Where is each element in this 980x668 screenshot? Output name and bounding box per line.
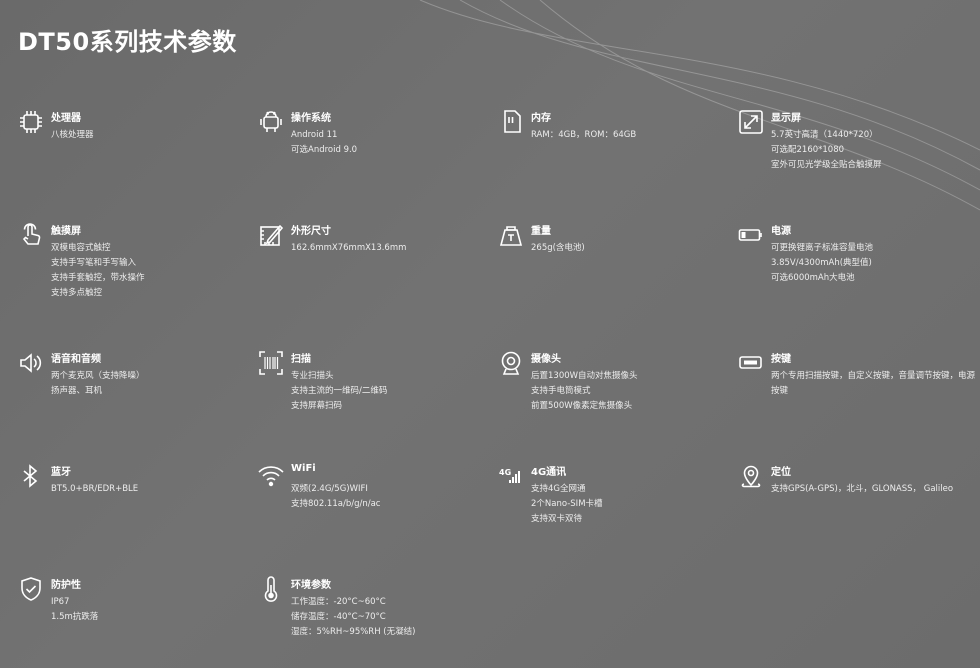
spec-name: 重量 [531, 226, 551, 237]
spec-line: 支持4G全网通 [531, 484, 586, 494]
spec-grid: 处理器 八核处理器 操作系统 Android 11 可选Android 9.0 … [0, 0, 980, 668]
spec-line: RAM：4GB，ROM：64GB [531, 130, 637, 140]
spec-line: Android 11 [291, 130, 338, 140]
spec-line: 可选Android 9.0 [291, 145, 358, 155]
spec-line: 可选配2160*1080 [771, 145, 845, 155]
spec-line: 265g(含电池) [531, 243, 585, 253]
spec-line: 3.85V/4300mAh(典型值) [771, 258, 872, 268]
spec-line: 两个专用扫描按键，自定义按键，音量调节按键，电源按键 [771, 371, 976, 396]
4g-signal-icon: 4G [498, 463, 524, 489]
android-icon [258, 109, 284, 135]
spec-name: 电源 [771, 226, 791, 237]
spec-name: 定位 [771, 467, 791, 478]
spec-name: 4G通讯 [531, 467, 567, 478]
spec-line: BT5.0+BR/EDR+BLE [51, 484, 139, 494]
4g-icon-label: 4G [499, 468, 511, 477]
wifi-icon [258, 463, 284, 489]
spec-line: 室外可见光学级全贴合触摸屏 [771, 160, 882, 170]
weight-icon [498, 222, 524, 248]
spec-line: 2个Nano-SIM卡槽 [531, 499, 603, 509]
spec-line: 支持手电筒模式 [531, 386, 591, 396]
spec-line: 前置500W像素定焦摄像头 [531, 401, 633, 411]
ruler-icon [258, 222, 284, 248]
spec-name: 外形尺寸 [291, 226, 331, 237]
spec-line: 双频(2.4G/5G)WIFI [291, 484, 368, 494]
spec-line: 专业扫描头 [291, 371, 334, 381]
spec-line: 工作温度：-20°C~60°C [291, 597, 386, 607]
bluetooth-icon [18, 463, 44, 489]
sd-card-icon [498, 109, 524, 135]
spec-name: 扫描 [291, 354, 311, 365]
spec-line: 可更换锂离子标准容量电池 [771, 243, 874, 253]
spec-name: 内存 [531, 113, 551, 124]
spec-name: 防护性 [51, 580, 81, 591]
spec-name: 环境参数 [291, 580, 331, 591]
spec-line: 1.5m抗跌落 [51, 612, 99, 622]
cpu-icon [18, 109, 44, 135]
spec-line: 支持手套触控，带水操作 [51, 273, 145, 283]
spec-line: 支持主流的一维码/二维码 [291, 386, 388, 396]
spec-line: 5.7英寸高清（1440*720） [771, 130, 878, 140]
spec-line: 支持双卡双待 [531, 514, 583, 524]
spec-name: 按键 [771, 354, 791, 365]
spec-name: 摄像头 [531, 354, 561, 365]
spec-line: 支持802.11a/b/g/n/ac [291, 499, 381, 509]
key-icon [738, 350, 764, 376]
spec-line: 后置1300W自动对焦摄像头 [531, 371, 638, 381]
spec-line: 支持GPS(A-GPS)，北斗，GLONASS， Galileo [771, 484, 954, 494]
spec-line: 八核处理器 [51, 130, 94, 140]
spec-line: 储存温度：-40°C~70°C [291, 612, 386, 622]
spec-name: 显示屏 [771, 113, 801, 124]
spec-line: 扬声器、耳机 [51, 386, 103, 396]
spec-name: 处理器 [51, 113, 81, 124]
spec-line: 支持多点触控 [51, 288, 103, 298]
camera-icon [498, 350, 524, 376]
spec-name: 蓝牙 [51, 467, 71, 478]
battery-icon [738, 222, 764, 248]
spec-line: IP67 [51, 597, 70, 607]
expand-icon [738, 109, 764, 135]
spec-line: 双模电容式触控 [51, 243, 111, 253]
barcode-icon [258, 350, 284, 376]
spec-name: 触摸屏 [51, 226, 81, 237]
spec-name: 语音和音频 [51, 354, 101, 365]
spec-line: 支持手写笔和手写输入 [51, 258, 137, 268]
spec-line: 支持屏幕扫码 [291, 401, 343, 411]
spec-name: 操作系统 [291, 113, 331, 124]
spec-name: WiFi [291, 463, 316, 474]
spec-line: 两个麦克风（支持降噪） [51, 371, 145, 381]
spec-line: 湿度：5%RH~95%RH (无凝结) [291, 627, 416, 637]
location-pin-icon [738, 463, 764, 489]
spec-line: 162.6mmX76mmX13.6mm [291, 243, 407, 253]
shield-icon [18, 576, 44, 602]
touch-icon [18, 222, 44, 248]
speaker-icon [18, 350, 44, 376]
thermometer-icon [258, 576, 284, 602]
spec-line: 可选6000mAh大电池 [771, 273, 855, 283]
